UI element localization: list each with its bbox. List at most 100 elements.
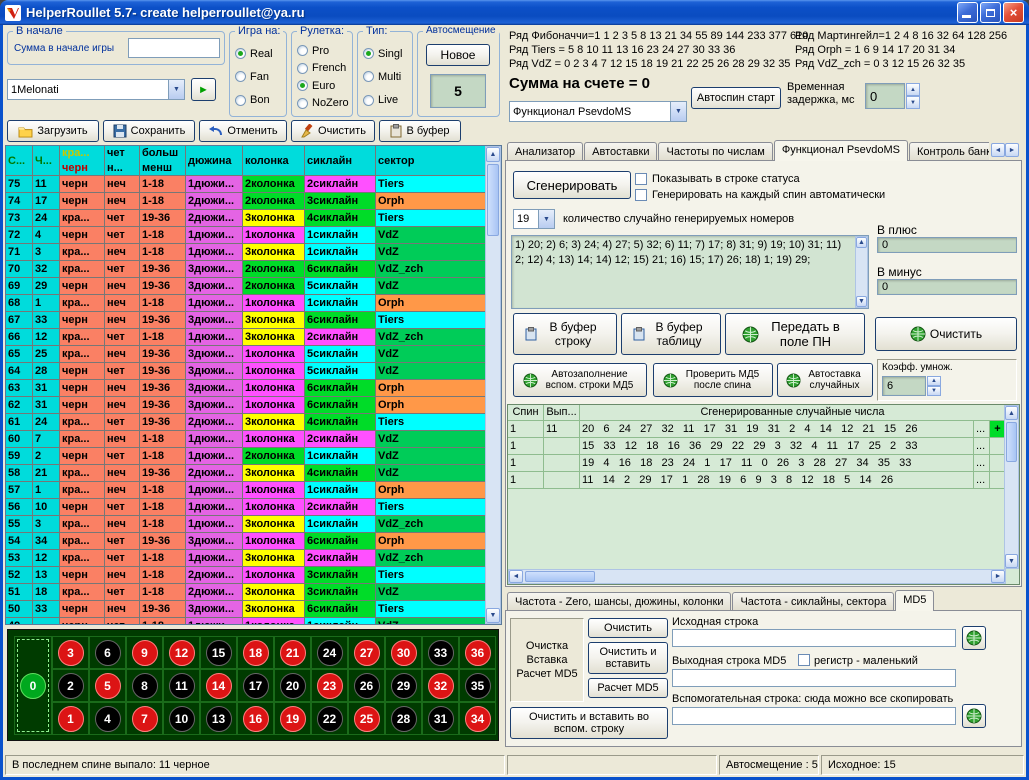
board-cell-22[interactable]: 22: [311, 702, 348, 735]
buffer-table-button[interactable]: В буфер таблицу: [621, 313, 721, 355]
board-cell-17[interactable]: 17: [237, 669, 274, 702]
board-cell-15[interactable]: 15: [200, 636, 237, 669]
auto-generate-checkbox-row[interactable]: Генерировать на каждый спин автоматическ…: [635, 189, 885, 201]
check-md5-button[interactable]: Проверить МД5 после спина: [653, 363, 773, 397]
radio-Euro[interactable]: Euro: [297, 79, 350, 92]
history-row[interactable]: 571кра...неч1-181дюжи...1колонка1сиклайн…: [6, 482, 501, 499]
autospin-start-button[interactable]: Автоспин старт: [691, 87, 781, 109]
generate-button[interactable]: Сгенерировать: [513, 171, 631, 199]
gen-row[interactable]: 111 14 2 29 17 1 28 19 6 9 3 8 12 18 5 1…: [508, 472, 1019, 489]
history-col-header[interactable]: четн...: [105, 146, 140, 176]
history-col-header[interactable]: сиклайн: [305, 146, 376, 176]
board-cell-26[interactable]: 26: [348, 669, 385, 702]
board-cell-5[interactable]: 5: [89, 669, 126, 702]
clear-generated-button[interactable]: Очистить: [875, 317, 1017, 351]
history-row[interactable]: 7324кра...чет19-362дюжи...3колонка4сикла…: [6, 210, 501, 227]
gen-row[interactable]: 115 33 12 18 16 36 29 22 29 3 32 4 11 17…: [508, 438, 1019, 455]
checkbox-icon[interactable]: [635, 189, 647, 201]
gen-vscroll-thumb[interactable]: [1006, 422, 1017, 462]
spin-up-icon[interactable]: ▲: [927, 376, 941, 386]
board-cell-9[interactable]: 9: [126, 636, 163, 669]
tab-scroll-buttons[interactable]: ◄ ►: [991, 143, 1019, 157]
chevron-down-icon[interactable]: ▼: [168, 80, 184, 99]
tab-scroll-right-icon[interactable]: ►: [1005, 143, 1019, 157]
radio-Fan[interactable]: Fan: [235, 70, 284, 83]
titlebar[interactable]: HelperRoullet 5.7- create helperroullet@…: [0, 0, 1029, 25]
gen-row[interactable]: 11120 6 24 27 32 11 17 31 19 31 2 4 14 1…: [508, 421, 1019, 438]
scroll-down-icon[interactable]: ▼: [856, 296, 867, 307]
board-cell-35[interactable]: 35: [459, 669, 496, 702]
board-cell-36[interactable]: 36: [459, 636, 496, 669]
history-row[interactable]: 5434кра...чет19-363дюжи...1колонка6сикла…: [6, 533, 501, 550]
radio-Real[interactable]: Real: [235, 47, 284, 60]
history-row[interactable]: 5213черннеч1-182дюжи...1колонка3сиклайнT…: [6, 567, 501, 584]
board-cell-0[interactable]: 0: [14, 636, 52, 735]
spin-up-icon[interactable]: ▲: [906, 83, 920, 96]
board-cell-31[interactable]: 31: [422, 702, 459, 735]
history-row[interactable]: 724чернчет1-181дюжи...1колонка1сиклайнVd…: [6, 227, 501, 244]
history-row[interactable]: 6929черннеч19-363дюжи...2колонка5сиклайн…: [6, 278, 501, 295]
radio-NoZero[interactable]: NoZero: [297, 97, 350, 110]
new-shift-button[interactable]: Новое: [426, 44, 490, 66]
board-cell-28[interactable]: 28: [385, 702, 422, 735]
md5-clear-paste-aux-button[interactable]: Очистить и вставить во вспом. строку: [510, 707, 668, 739]
board-cell-8[interactable]: 8: [126, 669, 163, 702]
tab-Автоставки[interactable]: Автоставки: [584, 142, 657, 161]
history-row[interactable]: 7032кра...чет19-363дюжи...2колонка6сикла…: [6, 261, 501, 278]
undo-button[interactable]: Отменить: [199, 120, 287, 142]
history-col-header[interactable]: большменш: [140, 146, 186, 176]
spin-down-icon[interactable]: ▼: [906, 96, 920, 109]
tab-Анализатор[interactable]: Анализатор: [507, 142, 583, 161]
coeff-spinner[interactable]: ▲ ▼: [927, 376, 941, 396]
tab-Частота - сиклайны, сектора[interactable]: Частота - сиклайны, сектора: [732, 592, 894, 611]
board-cell-13[interactable]: 13: [200, 702, 237, 735]
history-row[interactable]: 6331черннеч19-363дюжи...1колонка6сиклайн…: [6, 380, 501, 397]
history-row[interactable]: 6525кра...неч19-363дюжи...1колонка5сикла…: [6, 346, 501, 363]
gen-row[interactable]: 119 4 16 18 23 24 1 17 11 0 26 3 28 27 3…: [508, 455, 1019, 472]
scroll-left-icon[interactable]: ◄: [509, 570, 523, 583]
md5-source-globe-button[interactable]: [962, 626, 986, 650]
board-cell-25[interactable]: 25: [348, 702, 385, 735]
delay-spinner[interactable]: ▲ ▼: [906, 83, 920, 109]
history-row[interactable]: 5118кра...чет1-182дюжи...3колонка3сиклай…: [6, 584, 501, 601]
transfer-button[interactable]: Передать в поле ПН: [725, 313, 865, 355]
tab-Частота - Zero, шансы, дюжины, колонки[interactable]: Частота - Zero, шансы, дюжины, колонки: [507, 592, 731, 611]
clear-button[interactable]: Очистить: [291, 120, 375, 142]
board-cell-18[interactable]: 18: [237, 636, 274, 669]
history-col-header[interactable]: сектор: [376, 146, 486, 176]
play-button[interactable]: ►: [191, 78, 216, 101]
history-row[interactable]: 6612кра...чет1-181дюжи...3колонка2сиклай…: [6, 329, 501, 346]
tab-Функционал PsevdoMS[interactable]: Функционал PsevdoMS: [774, 140, 908, 161]
save-button[interactable]: Сохранить: [103, 120, 195, 142]
board-cell-4[interactable]: 4: [89, 702, 126, 735]
generated-vscroll[interactable]: ▲ ▼: [855, 236, 868, 308]
history-col-header[interactable]: С...: [6, 146, 33, 176]
board-cell-19[interactable]: 19: [274, 702, 311, 735]
board-cell-29[interactable]: 29: [385, 669, 422, 702]
to-buffer-button[interactable]: В буфер: [379, 120, 461, 142]
delay-value[interactable]: 0: [865, 83, 905, 109]
scroll-up-icon[interactable]: ▲: [486, 147, 500, 162]
close-button[interactable]: ×: [1003, 2, 1024, 23]
history-row[interactable]: 713кра...неч1-181дюжи...3колонка1сиклайн…: [6, 244, 501, 261]
board-cell-10[interactable]: 10: [163, 702, 200, 735]
history-row[interactable]: 7511черннеч1-181дюжи...2колонка2сиклайнT…: [6, 176, 501, 193]
history-row[interactable]: 5312кра...чет1-181дюжи...3колонка2сиклай…: [6, 550, 501, 567]
maximize-button[interactable]: [980, 2, 1001, 23]
chevron-down-icon[interactable]: ▼: [670, 102, 686, 121]
board-cell-21[interactable]: 21: [274, 636, 311, 669]
history-row[interactable]: 607кра...неч1-181дюжи...1колонка2сиклайн…: [6, 431, 501, 448]
gen-hscroll[interactable]: ◄ ►: [508, 569, 1006, 584]
board-cell-11[interactable]: 11: [163, 669, 200, 702]
radio-Live[interactable]: Live: [363, 94, 410, 107]
scroll-down-icon[interactable]: ▼: [1005, 554, 1018, 568]
load-button[interactable]: Загрузить: [7, 120, 99, 142]
md5-clear-button[interactable]: Очистить: [588, 618, 668, 638]
md5-clear-paste-button[interactable]: Очистить и вставить: [588, 642, 668, 674]
board-cell-30[interactable]: 30: [385, 636, 422, 669]
board-cell-12[interactable]: 12: [163, 636, 200, 669]
gen-vscroll[interactable]: ▲ ▼: [1004, 405, 1019, 569]
history-row[interactable]: 6428чернчет19-363дюжи...1колонка5сиклайн…: [6, 363, 501, 380]
board-cell-34[interactable]: 34: [459, 702, 496, 735]
scroll-up-icon[interactable]: ▲: [856, 237, 867, 248]
